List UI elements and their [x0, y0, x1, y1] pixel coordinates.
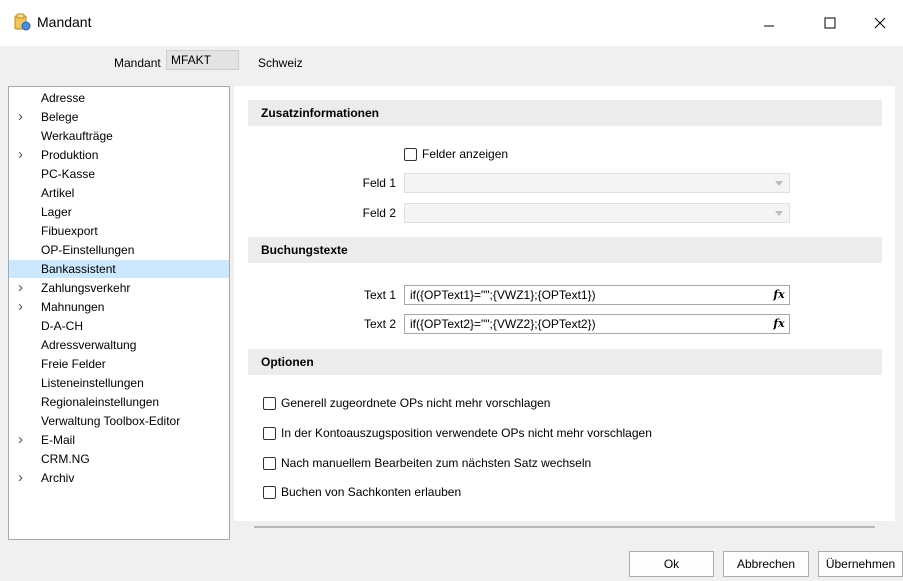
maximize-button[interactable] [807, 0, 853, 46]
tree-item-label: Verwaltung Toolbox-Editor [41, 414, 181, 428]
option-label: Nach manuellem Bearbeiten zum nächsten S… [281, 456, 592, 470]
section-optionen: Optionen [248, 349, 882, 375]
chevron-right-icon[interactable]: › [18, 279, 30, 297]
tree-item[interactable]: › Produktion [9, 146, 229, 164]
tree-item-label: CRM.NG [41, 452, 90, 466]
title-bar: Mandant [0, 0, 903, 46]
feld1-combo[interactable] [404, 173, 790, 193]
divider [254, 526, 875, 528]
fx-icon[interactable]: fx [771, 316, 787, 332]
tree-item[interactable]: Fibuexport [9, 222, 229, 240]
checkbox-box[interactable] [263, 396, 276, 410]
tree-item[interactable]: › Mahnungen [9, 298, 229, 316]
tree-item-label: Adresse [41, 91, 86, 105]
tree-item[interactable]: Regionaleinstellungen [9, 393, 229, 411]
tree-item-label: PC-Kasse [41, 167, 96, 181]
section-buchungstexte: Buchungstexte [248, 237, 882, 263]
checkbox-box[interactable] [263, 485, 276, 499]
text2-value: if({OPText2}="";{VWZ2};{OPText2}) [410, 317, 596, 331]
tree-item[interactable]: Freie Felder [9, 355, 229, 373]
tree-item-label: Bankassistent [41, 262, 116, 276]
tree-item[interactable]: Bankassistent [9, 260, 229, 278]
tree-item-label: E-Mail [41, 433, 76, 447]
settings-panel: Zusatzinformationen Felder anzeigen Feld… [234, 86, 895, 528]
minimize-button[interactable] [746, 0, 792, 46]
feld2-combo[interactable] [404, 203, 790, 223]
checkbox-box[interactable] [404, 147, 417, 161]
option-sachkonten-checkbox[interactable]: Buchen von Sachkonten erlauben [263, 485, 461, 499]
tree-item[interactable]: Artikel [9, 184, 229, 202]
tree-item[interactable]: Adressverwaltung [9, 336, 229, 354]
window-title: Mandant [37, 14, 92, 30]
tree-item[interactable]: › E-Mail [9, 431, 229, 449]
mandant-header: Mandant MFAKT Schweiz [0, 46, 903, 82]
felder-anzeigen-label: Felder anzeigen [422, 147, 509, 161]
tree-item-label: Artikel [41, 186, 75, 200]
fx-icon[interactable]: fx [771, 287, 787, 303]
tree-item[interactable]: OP-Einstellungen [9, 241, 229, 259]
mandant-name: Schweiz [258, 56, 303, 70]
chevron-right-icon[interactable]: › [18, 469, 30, 487]
option-kontoauszug-checkbox[interactable]: In der Kontoauszugsposition verwendete O… [263, 426, 652, 440]
chevron-down-icon [775, 211, 783, 216]
tree-item-label: Listeneinstellungen [41, 376, 144, 390]
tree-item[interactable]: › Archiv [9, 469, 229, 487]
apply-button[interactable]: Übernehmen [818, 551, 903, 577]
tree-item-label: Fibuexport [41, 224, 98, 238]
tree-item-label: Freie Felder [41, 357, 106, 371]
tree-item-label: Lager [41, 205, 72, 219]
chevron-right-icon[interactable]: › [18, 146, 30, 164]
tree-item-label: Produktion [41, 148, 99, 162]
felder-anzeigen-checkbox[interactable]: Felder anzeigen [404, 147, 508, 161]
tree-item-label: Adressverwaltung [41, 338, 137, 352]
mandant-code-field: MFAKT [166, 50, 239, 70]
tree-item[interactable]: Lager [9, 203, 229, 221]
tree-item-label: D-A-CH [41, 319, 83, 333]
option-label: Buchen von Sachkonten erlauben [281, 485, 462, 499]
tree-item-label: Belege [41, 110, 79, 124]
checkbox-box[interactable] [263, 426, 276, 440]
text2-label: Text 2 [363, 317, 396, 331]
tree-item-label: Archiv [41, 471, 75, 485]
settings-tree[interactable]: Adresse › Belege Werkaufträge › Produktion PC-… [8, 86, 230, 540]
ok-button[interactable]: Ok [629, 551, 714, 577]
option-naechster-satz-checkbox[interactable]: Nach manuellem Bearbeiten zum nächsten S… [263, 456, 591, 470]
feld1-label: Feld 1 [362, 176, 396, 190]
tree-item[interactable]: Werkaufträge [9, 127, 229, 145]
tree-item[interactable]: Verwaltung Toolbox-Editor [9, 412, 229, 430]
tree-item[interactable]: PC-Kasse [9, 165, 229, 183]
tree-item-label: Zahlungsverkehr [41, 281, 131, 295]
cancel-button[interactable]: Abbrechen [723, 551, 809, 577]
tree-item[interactable]: › Belege [9, 108, 229, 126]
tree-item[interactable]: Listeneinstellungen [9, 374, 229, 392]
tree-item[interactable]: D-A-CH [9, 317, 229, 335]
close-button[interactable] [857, 0, 903, 46]
option-label: In der Kontoauszugsposition verwendete O… [281, 426, 652, 440]
tree-item-label: Werkaufträge [41, 129, 113, 143]
text1-value: if({OPText1}="";{VWZ1};{OPText1}) [410, 288, 596, 302]
chevron-down-icon [775, 181, 783, 186]
text1-input[interactable]: if({OPText1}="";{VWZ1};{OPText1}) fx [404, 285, 790, 305]
section-zusatzinformationen: Zusatzinformationen [248, 100, 882, 126]
chevron-right-icon[interactable]: › [18, 298, 30, 316]
mandant-label: Mandant [114, 56, 161, 70]
option-generell-checkbox[interactable]: Generell zugeordnete OPs nicht mehr vors… [263, 396, 550, 410]
text1-label: Text 1 [363, 288, 396, 302]
checkbox-box[interactable] [263, 456, 276, 470]
tree-item-label: OP-Einstellungen [41, 243, 135, 257]
chevron-right-icon[interactable]: › [18, 108, 30, 126]
option-label: Generell zugeordnete OPs nicht mehr vors… [281, 396, 551, 410]
tree-item-label: Mahnungen [41, 300, 105, 314]
tree-item[interactable]: › Zahlungsverkehr [9, 279, 229, 297]
tree-item[interactable]: Adresse [9, 89, 229, 107]
app-icon [13, 13, 31, 31]
text2-input[interactable]: if({OPText2}="";{VWZ2};{OPText2}) fx [404, 314, 790, 334]
tree-item[interactable]: CRM.NG [9, 450, 229, 468]
tree-item-label: Regionaleinstellungen [41, 395, 160, 409]
chevron-right-icon[interactable]: › [18, 431, 30, 449]
feld2-label: Feld 2 [362, 206, 396, 220]
